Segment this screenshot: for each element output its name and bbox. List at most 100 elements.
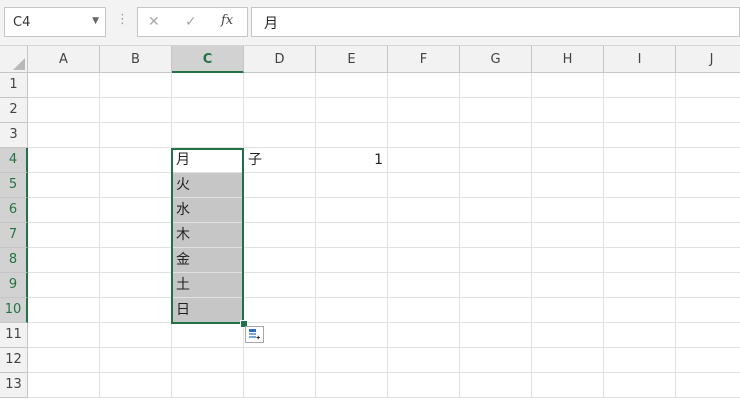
autofill-options-button[interactable] bbox=[245, 326, 264, 343]
row-header-4[interactable]: 4 bbox=[0, 148, 28, 173]
cell-h11[interactable] bbox=[532, 323, 604, 348]
cell-j10[interactable] bbox=[676, 298, 740, 323]
cell-h2[interactable] bbox=[532, 98, 604, 123]
cell-c4[interactable]: 月 bbox=[172, 148, 244, 173]
cell-d1[interactable] bbox=[244, 73, 316, 98]
cell-i3[interactable] bbox=[604, 123, 676, 148]
cell-f7[interactable] bbox=[388, 223, 460, 248]
cell-a2[interactable] bbox=[28, 98, 100, 123]
row-header-10[interactable]: 10 bbox=[0, 298, 28, 323]
cell-h3[interactable] bbox=[532, 123, 604, 148]
cell-e12[interactable] bbox=[316, 348, 388, 373]
cell-c1[interactable] bbox=[172, 73, 244, 98]
cell-d6[interactable] bbox=[244, 198, 316, 223]
cell-b2[interactable] bbox=[100, 98, 172, 123]
cell-h8[interactable] bbox=[532, 248, 604, 273]
column-header-a[interactable]: A bbox=[28, 46, 100, 73]
cell-a11[interactable] bbox=[28, 323, 100, 348]
row-header-7[interactable]: 7 bbox=[0, 223, 28, 248]
cell-j8[interactable] bbox=[676, 248, 740, 273]
cell-b10[interactable] bbox=[100, 298, 172, 323]
column-header-g[interactable]: G bbox=[460, 46, 532, 73]
cell-b7[interactable] bbox=[100, 223, 172, 248]
cell-e9[interactable] bbox=[316, 273, 388, 298]
cell-i11[interactable] bbox=[604, 323, 676, 348]
cell-c2[interactable] bbox=[172, 98, 244, 123]
cell-f8[interactable] bbox=[388, 248, 460, 273]
row-header-6[interactable]: 6 bbox=[0, 198, 28, 223]
cell-h4[interactable] bbox=[532, 148, 604, 173]
cell-c9[interactable]: 土 bbox=[172, 273, 244, 298]
row-header-5[interactable]: 5 bbox=[0, 173, 28, 198]
cell-c5[interactable]: 火 bbox=[172, 173, 244, 198]
cell-b8[interactable] bbox=[100, 248, 172, 273]
cell-h5[interactable] bbox=[532, 173, 604, 198]
cell-i7[interactable] bbox=[604, 223, 676, 248]
cell-i9[interactable] bbox=[604, 273, 676, 298]
cell-i2[interactable] bbox=[604, 98, 676, 123]
cell-h6[interactable] bbox=[532, 198, 604, 223]
cell-d5[interactable] bbox=[244, 173, 316, 198]
cell-a9[interactable] bbox=[28, 273, 100, 298]
cell-f2[interactable] bbox=[388, 98, 460, 123]
cell-a13[interactable] bbox=[28, 373, 100, 398]
cell-g9[interactable] bbox=[460, 273, 532, 298]
cell-e4[interactable]: 1 bbox=[316, 148, 388, 173]
cell-i12[interactable] bbox=[604, 348, 676, 373]
cell-a5[interactable] bbox=[28, 173, 100, 198]
column-header-c[interactable]: C bbox=[172, 46, 244, 73]
row-header-12[interactable]: 12 bbox=[0, 348, 28, 373]
row-header-9[interactable]: 9 bbox=[0, 273, 28, 298]
cell-i1[interactable] bbox=[604, 73, 676, 98]
cell-h7[interactable] bbox=[532, 223, 604, 248]
cell-e5[interactable] bbox=[316, 173, 388, 198]
cell-g2[interactable] bbox=[460, 98, 532, 123]
cell-b12[interactable] bbox=[100, 348, 172, 373]
cell-c13[interactable] bbox=[172, 373, 244, 398]
cell-j12[interactable] bbox=[676, 348, 740, 373]
cell-j2[interactable] bbox=[676, 98, 740, 123]
cell-g6[interactable] bbox=[460, 198, 532, 223]
cell-e1[interactable] bbox=[316, 73, 388, 98]
cell-a6[interactable] bbox=[28, 198, 100, 223]
cell-e13[interactable] bbox=[316, 373, 388, 398]
cell-b5[interactable] bbox=[100, 173, 172, 198]
cell-c3[interactable] bbox=[172, 123, 244, 148]
cell-e2[interactable] bbox=[316, 98, 388, 123]
cell-d3[interactable] bbox=[244, 123, 316, 148]
cell-b1[interactable] bbox=[100, 73, 172, 98]
row-header-2[interactable]: 2 bbox=[0, 98, 28, 123]
cell-a10[interactable] bbox=[28, 298, 100, 323]
cell-g8[interactable] bbox=[460, 248, 532, 273]
cell-i13[interactable] bbox=[604, 373, 676, 398]
cell-j1[interactable] bbox=[676, 73, 740, 98]
cell-h10[interactable] bbox=[532, 298, 604, 323]
cell-d4[interactable]: 子 bbox=[244, 148, 316, 173]
cell-j4[interactable] bbox=[676, 148, 740, 173]
cell-a12[interactable] bbox=[28, 348, 100, 373]
cell-b13[interactable] bbox=[100, 373, 172, 398]
cell-d10[interactable] bbox=[244, 298, 316, 323]
column-header-f[interactable]: F bbox=[388, 46, 460, 73]
cell-c11[interactable] bbox=[172, 323, 244, 348]
cell-c7[interactable]: 木 bbox=[172, 223, 244, 248]
cell-f3[interactable] bbox=[388, 123, 460, 148]
cell-b3[interactable] bbox=[100, 123, 172, 148]
cell-a1[interactable] bbox=[28, 73, 100, 98]
cell-g1[interactable] bbox=[460, 73, 532, 98]
cell-a8[interactable] bbox=[28, 248, 100, 273]
column-header-j[interactable]: J bbox=[676, 46, 740, 73]
cell-e10[interactable] bbox=[316, 298, 388, 323]
cell-b11[interactable] bbox=[100, 323, 172, 348]
cell-j3[interactable] bbox=[676, 123, 740, 148]
column-header-d[interactable]: D bbox=[244, 46, 316, 73]
select-all-button[interactable] bbox=[0, 46, 28, 73]
cell-a3[interactable] bbox=[28, 123, 100, 148]
cell-d8[interactable] bbox=[244, 248, 316, 273]
cell-h9[interactable] bbox=[532, 273, 604, 298]
cell-g3[interactable] bbox=[460, 123, 532, 148]
cell-e7[interactable] bbox=[316, 223, 388, 248]
cell-h13[interactable] bbox=[532, 373, 604, 398]
cell-a4[interactable] bbox=[28, 148, 100, 173]
cell-f13[interactable] bbox=[388, 373, 460, 398]
